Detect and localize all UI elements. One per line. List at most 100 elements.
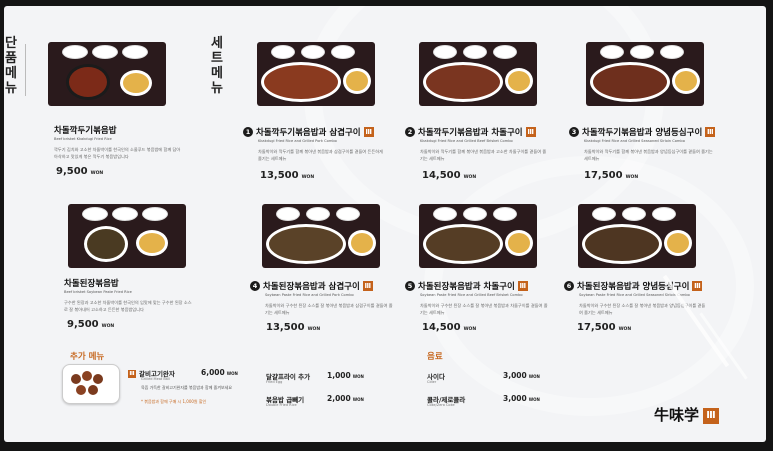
meatball-photo [62, 364, 120, 404]
item-name-text: 차돌깍두기볶음밥과 삼겹구이 [256, 128, 361, 138]
set-platter [582, 224, 662, 264]
currency-label: WON [226, 371, 238, 376]
item-name: 차돌깍두기볶음밥 [54, 126, 117, 136]
item-description: 차돌박이와 구수한 된장 소스를 잘 볶아낸 볶음밥과 차돌구이를 곁들여 즐기… [420, 303, 548, 315]
side-dish-bowl [331, 45, 355, 59]
item-price: 17,500 WON [584, 170, 638, 181]
item-price: 17,500 WON [577, 322, 631, 333]
side-dish-bowl [622, 207, 646, 221]
set-platter [266, 224, 346, 264]
drink-item-english: Cider [427, 380, 437, 384]
food-photo-single-2 [68, 204, 186, 268]
number-badge: 3 [569, 127, 579, 137]
side-dish-bowl [276, 207, 300, 221]
side-dish-bowl [630, 45, 654, 59]
item-name: 4 차돌된장볶음밥과 삼겹구이 Ⅲ [250, 280, 373, 292]
side-dish-bowl [493, 45, 517, 59]
discount-note: * 볶음밥과 함께 구매 시 1,000원 할인 [141, 399, 207, 404]
side-dish-bowl [463, 45, 487, 59]
currency-label: WON [101, 324, 115, 329]
extra-item-english: Fried Egg [266, 380, 283, 384]
currency-label: WON [463, 175, 477, 180]
item-name-text: 차돌된장볶음밥과 삼겹구이 [263, 282, 360, 292]
item-name: 6 차돌된장볶음밥과 양념등심구이 Ⅲ [564, 280, 703, 292]
price-value: 14,500 [422, 170, 461, 181]
soup-bowl [672, 68, 700, 94]
currency-label: WON [301, 175, 315, 180]
side-dish-bowl [600, 45, 624, 59]
side-dish-bowl [62, 45, 88, 59]
side-dish-bowl [336, 207, 360, 221]
item-description: 차돌박이와 깍두기를 함께 볶아낸 볶음밥과 양념등심구이를 곁들여 즐기는 세… [584, 149, 713, 161]
number-badge: 4 [250, 281, 260, 291]
side-dish-bowl [122, 45, 148, 59]
side-dish-bowl [271, 45, 295, 59]
item-description: 구수한 된장과 고소한 차돌박이를 한국인의 입맛에 맞는 구수한 된장 소스로… [64, 300, 192, 312]
item-name-text: 차돌깍두기볶음밥과 양념등심구이 [582, 128, 703, 138]
price-value: 9,500 [56, 166, 88, 177]
price-value: 17,500 [577, 322, 616, 333]
item-name: 차돌된장볶음밥 [64, 279, 119, 289]
soup-bowl [348, 230, 376, 256]
item-description: 차돌박이와 구수한 된장 소스를 잘 볶아낸 볶음밥과 삼겹구이를 곁들여 즐기… [265, 303, 393, 315]
side-dish-bowl [592, 207, 616, 221]
meatball [82, 371, 92, 381]
drinks-title: 음료 [427, 352, 443, 362]
price-value: 3,000 [503, 394, 527, 403]
item-description: 깍두기 김치와 고소한 차돌박이를 한국인의 소울푸드 볶음밥에 함께 담아 아… [54, 147, 181, 159]
soup-bowl [343, 68, 371, 94]
food-photo-set-6 [578, 204, 696, 268]
side-dish-bowl [301, 45, 325, 59]
set-menu-title: 세트메뉴 [210, 36, 224, 96]
currency-label: WON [625, 175, 639, 180]
set-platter [261, 62, 341, 102]
item-english-name: Kkakdugi Fried Rice and Grilled Pork Com… [258, 139, 337, 143]
item-name-text: 차돌된장볶음밥과 차돌구이 [418, 282, 515, 292]
drink-item-english: Coke/Zero Coke [427, 403, 455, 407]
number-badge: 1 [243, 127, 253, 137]
item-english-name: Beef brisket Kkakdugi Fried Rice [54, 137, 112, 141]
price-value: 14,500 [422, 322, 461, 333]
brand-mark-icon: Ⅲ [703, 408, 720, 424]
side-dish-bowl [463, 207, 487, 221]
price-value: 17,500 [584, 170, 623, 181]
display-frame: 단품메뉴 세트메뉴 차돌깍두기볶음밥 Beef brisket Kkakdugi… [0, 0, 773, 451]
item-price: 9,500 WON [67, 319, 114, 330]
brand-logo-text: 牛味学 [654, 406, 700, 424]
food-photo-set-1 [257, 42, 375, 106]
price-value: 6,000 [201, 368, 225, 377]
item-name: 1 차돌깍두기볶음밥과 삼겹구이 Ⅲ [243, 126, 374, 138]
meatball [71, 374, 81, 384]
brand-badge-icon: Ⅲ [525, 127, 536, 137]
item-english-name: Beef brisket Soybean Paste Fried Rice [64, 290, 132, 294]
side-dish-bowl [660, 45, 684, 59]
currency-label: WON [307, 327, 321, 332]
item-english-name: Kkakdugi Fried Rice and Grilled Beef Bri… [420, 139, 513, 143]
price-value: 9,500 [67, 319, 99, 330]
food-photo-single-1 [48, 42, 166, 106]
item-english-name: Soybean Paste Fried Rice and Grilled Bee… [420, 293, 523, 297]
extra-item-price: 6,000 WON [201, 368, 238, 377]
soup-bowl [664, 230, 692, 256]
side-dish-bowl [306, 207, 330, 221]
fried-rice-bowl [66, 64, 110, 100]
extra-item-price: 1,000 WON [327, 371, 364, 380]
price-value: 3,000 [503, 371, 527, 380]
currency-label: WON [352, 397, 364, 402]
item-name: 5 차돌된장볶음밥과 차돌구이 Ⅲ [405, 280, 528, 292]
set-platter [423, 224, 503, 264]
meatball [88, 385, 98, 395]
number-badge: 6 [564, 281, 574, 291]
price-value: 2,000 [327, 394, 351, 403]
extra-item-description: 육즙 가득한 갈비고기완자를 볶음밥과 함께 즐겨보세요 [141, 385, 232, 390]
side-dish-bowl [433, 207, 457, 221]
extra-item-english: Double Fried Rice [266, 403, 297, 407]
currency-label: WON [463, 327, 477, 332]
side-dish-bowl [112, 207, 138, 221]
extra-menu-title: 추가 메뉴 [70, 352, 105, 362]
fried-rice-bowl [84, 226, 128, 262]
item-price: 13,500 WON [266, 322, 320, 333]
set-menu-title-text: 세트메뉴 [211, 36, 223, 96]
item-name-text: 차돌깍두기볶음밥과 차돌구이 [418, 128, 523, 138]
side-dish-bowl [493, 207, 517, 221]
